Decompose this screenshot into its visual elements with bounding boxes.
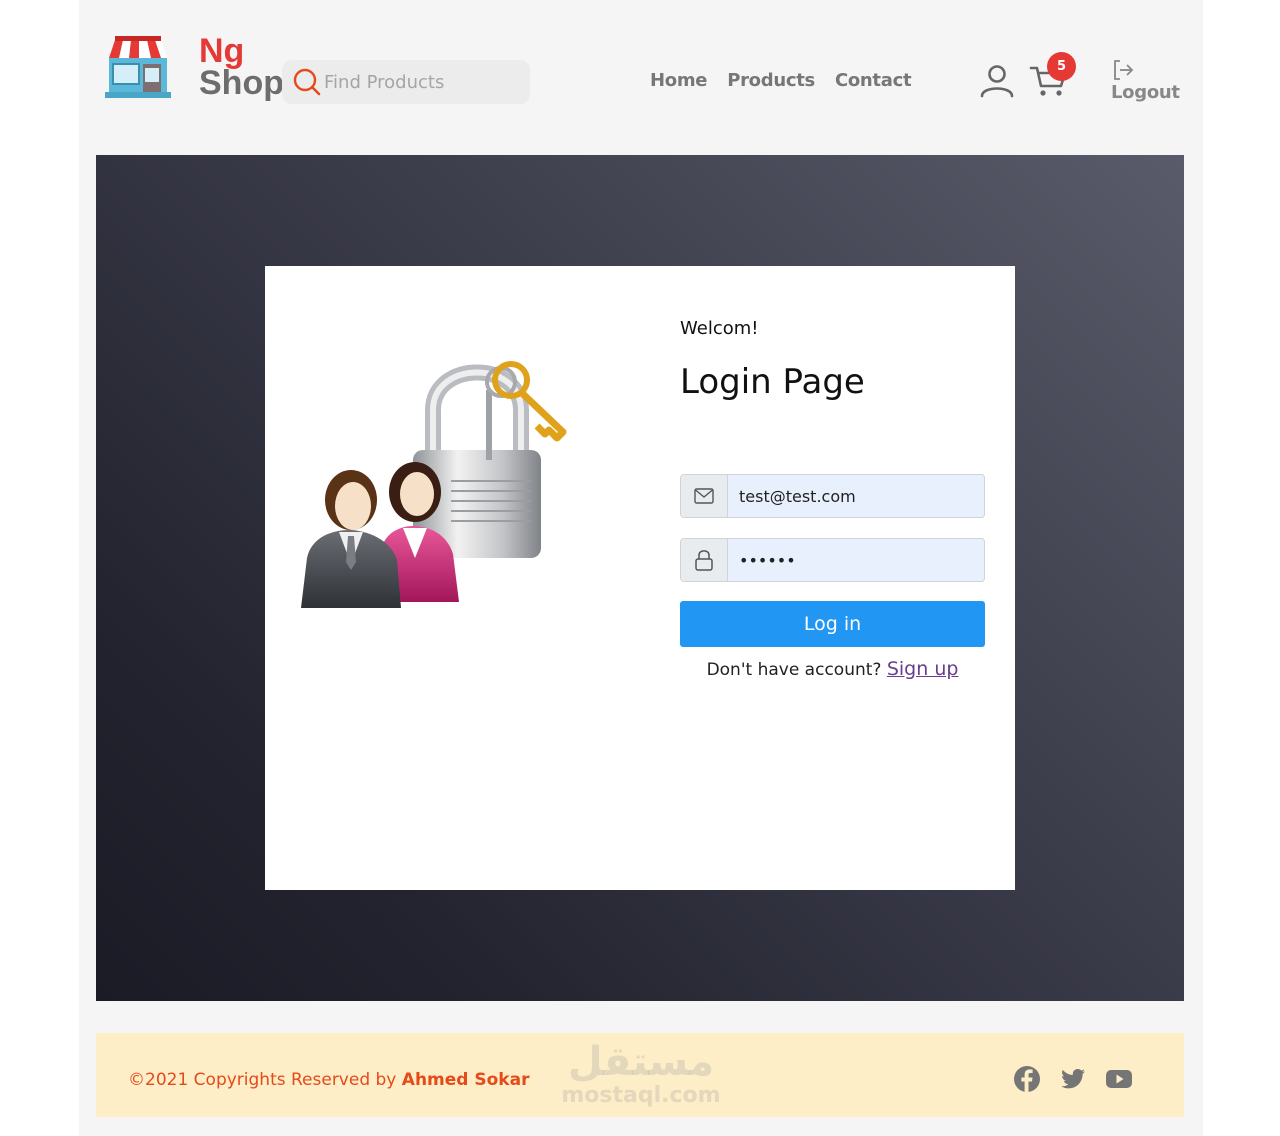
twitter-icon[interactable] xyxy=(1059,1065,1087,1093)
welcome-text: Welcom! xyxy=(680,318,759,339)
password-field xyxy=(680,538,985,582)
signup-prompt: Don't have account? Sign up xyxy=(680,658,985,680)
page: Ng Shop Home Products Contact 5 Logout xyxy=(79,0,1203,1136)
search-bar[interactable] xyxy=(282,60,530,104)
user-icon[interactable] xyxy=(979,64,1015,98)
password-input[interactable] xyxy=(728,539,984,581)
hero-background: Welcom! Login Page test@test.com •••••• … xyxy=(96,155,1184,1001)
password-addon xyxy=(681,539,728,581)
facebook-icon[interactable] xyxy=(1013,1065,1041,1093)
footer: ©2021 Copyrights Reserved by Ahmed Sokar… xyxy=(96,1033,1184,1117)
nav-products[interactable]: Products xyxy=(727,70,815,91)
page-title: Login Page xyxy=(680,362,865,402)
login-button[interactable]: Log in xyxy=(680,601,985,647)
copyright-label: ©2021 Copyrights Reserved by xyxy=(128,1070,397,1090)
watermark: مستقل mostaql.com xyxy=(561,1039,721,1115)
logout-icon xyxy=(1114,60,1134,80)
watermark-arabic: مستقل xyxy=(567,1039,715,1085)
cart-count-badge: 5 xyxy=(1047,52,1076,81)
watermark-latin: mostaql.com xyxy=(561,1083,721,1108)
email-addon xyxy=(681,475,728,517)
nav-contact[interactable]: Contact xyxy=(835,70,912,91)
users-padlock-illustration xyxy=(301,361,567,608)
signup-link[interactable]: Sign up xyxy=(887,658,959,680)
login-card: Welcom! Login Page test@test.com •••••• … xyxy=(265,266,1015,890)
shop-logo-icon xyxy=(105,36,171,98)
main-nav: Home Products Contact xyxy=(650,70,912,91)
email-input[interactable] xyxy=(728,475,984,517)
email-field xyxy=(680,474,985,518)
envelope-icon xyxy=(694,488,714,504)
copyright-text: ©2021 Copyrights Reserved by Ahmed Sokar xyxy=(128,1070,529,1090)
no-account-text: Don't have account? xyxy=(706,660,882,680)
author-name: Ahmed Sokar xyxy=(401,1070,530,1090)
logo[interactable]: Ng Shop xyxy=(105,30,284,102)
search-icon[interactable] xyxy=(292,67,322,97)
search-input[interactable] xyxy=(324,71,524,93)
logout-label: Logout xyxy=(1111,82,1180,103)
logo-text-shop: Shop xyxy=(199,64,284,102)
nav-home[interactable]: Home xyxy=(650,70,708,91)
youtube-icon[interactable] xyxy=(1105,1065,1133,1093)
logout-button[interactable]: Logout xyxy=(1111,58,1181,108)
lock-icon xyxy=(695,550,713,571)
